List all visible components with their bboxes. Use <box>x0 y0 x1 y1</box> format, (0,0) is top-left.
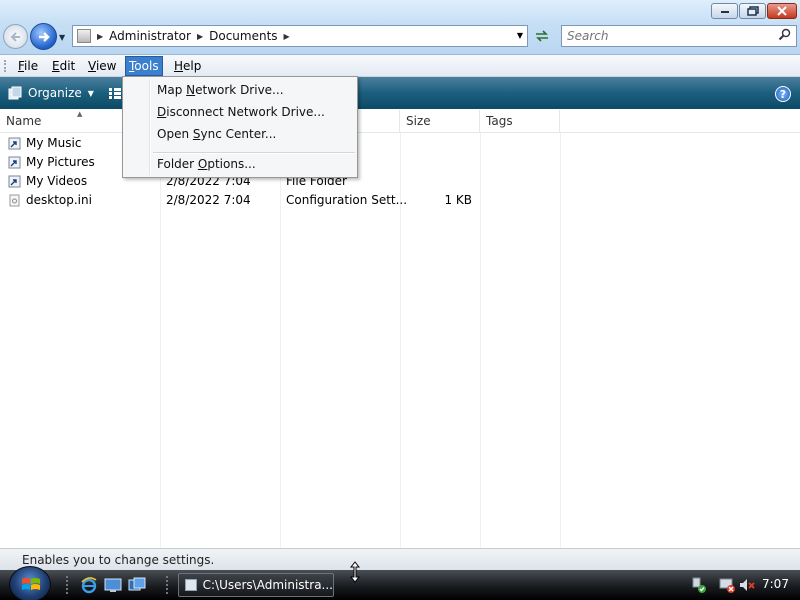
breadcrumb-arrow-icon[interactable]: ▶ <box>97 32 103 41</box>
show-desktop-icon[interactable] <box>104 576 122 594</box>
menu-item-open-sync-center[interactable]: Open Sync Center... <box>157 124 276 144</box>
refresh-button[interactable] <box>530 26 554 46</box>
menu-item-folder-options[interactable]: Folder Options... <box>157 154 256 174</box>
search-box[interactable] <box>561 25 797 47</box>
windows-logo-icon <box>22 578 40 590</box>
address-dropdown-icon[interactable]: ▼ <box>517 31 523 40</box>
close-icon <box>777 6 787 16</box>
menu-edit[interactable]: Edit <box>48 58 79 76</box>
start-button[interactable] <box>9 566 51 600</box>
column-header-size[interactable]: Size <box>400 110 480 133</box>
menu-tools[interactable]: Tools <box>125 56 163 76</box>
file-size: 1 KB <box>444 193 472 207</box>
organize-icon <box>8 86 22 100</box>
breadcrumb-arrow-icon[interactable]: ▶ <box>197 32 203 41</box>
command-bar: Organize ▼ <box>0 77 800 109</box>
taskbar-grip <box>66 576 69 594</box>
menu-help[interactable]: Help <box>170 58 205 76</box>
status-bar: Enables you to change settings. <box>0 548 800 570</box>
forward-button[interactable] <box>30 23 57 50</box>
menu-item-map-network-drive[interactable]: Map Network Drive... <box>157 80 284 100</box>
network-icon[interactable] <box>690 576 708 594</box>
breadcrumb-documents[interactable]: Documents <box>209 29 277 43</box>
menu-item-disconnect-network-drive[interactable]: Disconnect Network Drive... <box>157 102 325 122</box>
status-text: Enables you to change settings. <box>22 553 215 567</box>
help-button[interactable]: ? <box>775 86 791 102</box>
back-arrow-icon <box>10 31 20 42</box>
shortcut-icon <box>8 175 21 188</box>
navigation-bar: ▼ ▶ Administrator ▶ Documents ▶ ▼ <box>0 0 800 55</box>
taskbar: C:\Users\Administra... 7:07 <box>0 566 800 600</box>
forward-arrow-icon <box>38 31 50 42</box>
column-divider <box>560 133 561 548</box>
maximize-button[interactable] <box>739 3 766 19</box>
organize-label: Organize <box>28 86 82 100</box>
shortcut-icon <box>8 137 21 150</box>
file-name: My Music <box>26 136 82 150</box>
menu-view[interactable]: View <box>84 58 120 76</box>
file-name: My Videos <box>26 174 88 188</box>
views-icon[interactable] <box>108 86 122 100</box>
back-button[interactable] <box>3 24 28 49</box>
switch-windows-icon[interactable] <box>128 576 146 594</box>
column-header-tags[interactable]: Tags <box>480 110 560 133</box>
toolbar-grip <box>4 60 7 72</box>
minimize-button[interactable] <box>711 3 738 19</box>
column-header-row: Name Size Tags <box>0 110 800 133</box>
file-name: desktop.ini <box>26 193 92 207</box>
minimize-icon <box>720 11 729 13</box>
tools-dropdown-menu: Map Network Drive... Disconnect Network … <box>122 76 358 178</box>
close-button[interactable] <box>767 3 797 19</box>
refresh-icon <box>536 30 548 42</box>
menu-gutter <box>149 79 151 175</box>
file-row[interactable]: desktop.ini 2/8/2022 7:04 Configuration … <box>0 191 560 210</box>
clock[interactable]: 7:07 <box>762 577 789 591</box>
file-type: Configuration Sett... <box>286 193 408 207</box>
explorer-window-icon <box>185 579 197 591</box>
restore-icon <box>746 6 759 16</box>
menu-file[interactable]: File <box>14 58 42 76</box>
breadcrumb-arrow-icon[interactable]: ▶ <box>284 32 290 41</box>
network-disconnected-icon[interactable] <box>718 576 736 594</box>
settings-file-icon <box>9 194 20 207</box>
taskbar-window-label: C:\Users\Administra... <box>202 578 333 592</box>
taskbar-window-button[interactable]: C:\Users\Administra... <box>178 573 334 597</box>
search-input[interactable] <box>562 26 772 46</box>
help-icon: ? <box>779 87 787 101</box>
taskbar-grip <box>166 576 169 594</box>
sort-ascending-icon: ▲ <box>77 110 83 118</box>
recent-pages-dropdown-icon[interactable]: ▼ <box>59 33 65 42</box>
chevron-down-icon: ▼ <box>87 88 94 98</box>
file-date: 2/8/2022 7:04 <box>166 193 251 207</box>
search-icon[interactable] <box>778 28 792 42</box>
volume-muted-icon[interactable] <box>738 576 756 594</box>
resize-cursor-icon <box>350 561 360 583</box>
organize-button[interactable]: Organize ▼ <box>8 84 94 102</box>
address-bar[interactable]: ▶ Administrator ▶ Documents ▶ ▼ <box>72 25 528 47</box>
shortcut-icon <box>8 156 21 169</box>
folder-icon <box>77 29 91 43</box>
menu-bar: File Edit View Tools Help <box>0 55 800 77</box>
file-name: My Pictures <box>26 155 95 169</box>
internet-explorer-icon[interactable] <box>80 576 98 594</box>
breadcrumb-administrator[interactable]: Administrator <box>109 29 191 43</box>
